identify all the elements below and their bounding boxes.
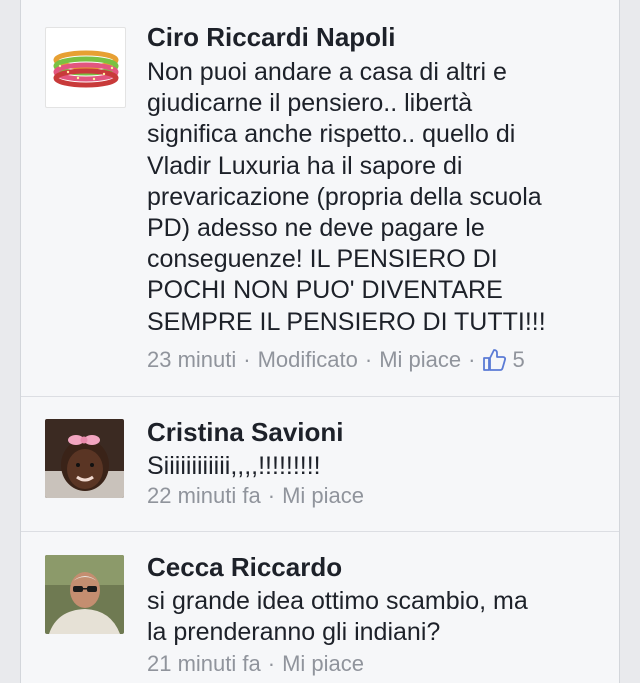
- separator-dot: ·: [364, 347, 373, 372]
- comment-text-line: POCHI NON PUO' DIVENTARE: [147, 276, 503, 305]
- comment-author[interactable]: Cecca Riccardo: [147, 552, 342, 583]
- comment-text: Non puoi andare a casa di altri e giudic…: [147, 57, 607, 338]
- comment-author[interactable]: Cristina Savioni: [147, 417, 344, 448]
- avatar[interactable]: [45, 555, 124, 634]
- thumbs-up-icon: [483, 349, 507, 371]
- comment-time[interactable]: 23 minuti: [147, 347, 236, 373]
- separator-dot: ·: [468, 347, 476, 372]
- comment-time[interactable]: 22 minuti fa: [147, 483, 261, 509]
- comment-text-line: Non puoi andare a casa di altri e: [147, 58, 507, 86]
- like-button[interactable]: Mi piace: [282, 483, 364, 509]
- like-count: 5: [512, 347, 525, 372]
- comment-text-line: SEMPRE IL PENSIERO DI TUTTI!!!: [147, 307, 546, 336]
- comment-text-line: la prenderanno gli indiani?: [147, 618, 441, 647]
- separator-dot: ·: [243, 347, 251, 372]
- separator-dot: ·: [267, 483, 276, 508]
- like-button[interactable]: Mi piace: [379, 347, 461, 373]
- comment-text-line: PD) adesso ne deve pagare le: [147, 214, 485, 243]
- comment-time[interactable]: 21 minuti fa: [147, 651, 261, 677]
- comment-item: Cecca Riccardo si grande idea ottimo sca…: [21, 532, 619, 683]
- like-button[interactable]: Mi piace: [282, 651, 364, 677]
- comment-text-line: conseguenze! IL PENSIERO DI: [147, 245, 498, 274]
- comment-meta: 22 minuti fa · Mi piace: [147, 483, 364, 509]
- comments-feed: Ciro Riccardi Napoli Non puoi andare a c…: [20, 0, 620, 683]
- comment-text-line: giudicarne il pensiero.. libertà: [147, 89, 473, 118]
- comment-item: Cristina Savioni Siiiiiiiiiiii,,,,!!!!!!…: [21, 397, 619, 531]
- like-count-link[interactable]: 5: [482, 347, 525, 373]
- comment-item: Ciro Riccardi Napoli Non puoi andare a c…: [21, 0, 619, 396]
- comment-meta: 21 minuti fa · Mi piace: [147, 651, 364, 677]
- avatar[interactable]: [45, 27, 126, 108]
- comment-meta: 23 minuti · Modificato · Mi piace · 5: [147, 347, 525, 373]
- comment-text-line: si grande idea ottimo scambio, ma: [147, 587, 528, 615]
- comment-text-line: prevaricazione (propria della scuola: [147, 182, 542, 211]
- comment-text-line: Vladir Luxuria ha il sapore di: [147, 151, 463, 180]
- avatar[interactable]: [45, 419, 124, 498]
- separator-dot: ·: [267, 651, 276, 676]
- comment-text-line: significa anche rispetto.. quello di: [147, 120, 516, 149]
- comment-text-line: Siiiiiiiiiiii,,,,!!!!!!!!!: [147, 452, 321, 480]
- comment-text: Siiiiiiiiiiii,,,,!!!!!!!!!: [147, 451, 607, 482]
- comment-author[interactable]: Ciro Riccardi Napoli: [147, 22, 396, 53]
- edited-link[interactable]: Modificato: [258, 347, 358, 373]
- comment-text: si grande idea ottimo scambio, ma la pre…: [147, 586, 607, 648]
